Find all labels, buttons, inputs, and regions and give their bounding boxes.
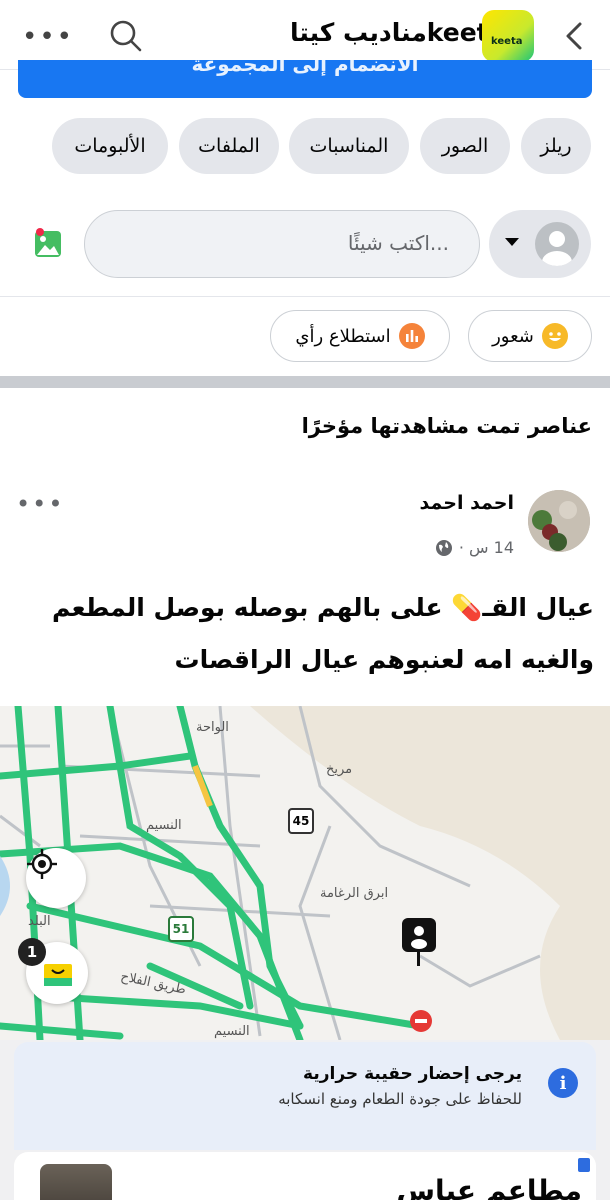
map-label: الواحة [196, 720, 229, 735]
post-author-avatar[interactable] [528, 490, 590, 552]
notice-subtitle: للحفاظ على جودة الطعام ومنع انسكابه [278, 1090, 522, 1108]
tab-reels[interactable]: ريلز [521, 118, 591, 174]
route-shield: 45 [288, 808, 314, 834]
divider [0, 296, 610, 297]
map-label: النسيم [214, 1024, 250, 1039]
post-composer: اكتب شيئًا... [0, 210, 610, 280]
poll-button[interactable]: استطلاع رأي [270, 310, 450, 362]
map-label: ابرق الرغامة [320, 886, 389, 901]
bag-count-badge: 1 [18, 938, 46, 966]
globe-icon [435, 539, 452, 556]
recent-items-heading: عناصر تمت مشاهدتها مؤخرًا [301, 414, 592, 438]
tab-albums[interactable]: الألبومات [52, 118, 168, 174]
pin-stem [417, 952, 420, 966]
feeling-label: شعور [492, 325, 534, 347]
photo-icon[interactable] [34, 228, 62, 260]
map-screenshot: الواحة مريخ النسيم ابرق الرغامة البلد طر… [0, 706, 610, 1040]
post-more-icon[interactable]: ••• [16, 490, 64, 518]
map-roads [0, 706, 610, 1040]
poll-label: استطلاع رأي [295, 325, 391, 347]
caret-down-icon [505, 238, 519, 246]
map-label: النسيم [146, 818, 182, 833]
tab-events[interactable]: المناسبات [289, 118, 409, 174]
order-sheet: i يرجى إحضار حقيبة حرارية للحفاظ على جود… [0, 1040, 610, 1200]
destination-pin-icon [402, 918, 436, 952]
restaurant-name: مطاعم عباس [396, 1174, 582, 1200]
tab-photos[interactable]: الصور [420, 118, 510, 174]
composer-input[interactable]: اكتب شيئًا... [84, 210, 480, 278]
post-author-name[interactable]: احمد احمد [420, 492, 514, 514]
tab-files[interactable]: الملفات [179, 118, 279, 174]
logo-text: keeta [491, 36, 523, 47]
avatar [535, 222, 579, 266]
no-entry-icon [410, 1010, 432, 1032]
flag-icon [578, 1158, 590, 1172]
post-text-line: والغيه امه لعنبوهم عيال الراقصات [174, 645, 594, 674]
group-title: مناديب كيتاkeeta [290, 18, 506, 47]
search-icon[interactable] [108, 18, 144, 54]
post-time: 14 س · [458, 538, 514, 557]
thermal-bag-notice: i يرجى إحضار حقيبة حرارية للحفاظ على جود… [14, 1042, 596, 1150]
chevron-left-icon[interactable] [562, 18, 586, 54]
post-meta: 14 س · [435, 538, 514, 557]
smiley-icon [541, 323, 568, 349]
more-horizontal-icon[interactable]: ••• [22, 22, 74, 52]
restaurant-card[interactable]: مطاعم عباس [14, 1152, 596, 1200]
post-text: عيال القـ💊 على بالهم بوصله بوصل المطعم و… [14, 582, 594, 686]
post-text-line: عيال القـ💊 على بالهم بوصله بوصل المطعم [52, 593, 594, 622]
notice-title: يرجى إحضار حقيبة حرارية [303, 1064, 522, 1084]
section-divider [0, 376, 610, 388]
map-label: مريخ [326, 762, 353, 777]
poll-icon [398, 323, 425, 349]
profile-selector[interactable] [489, 210, 591, 278]
join-group-button[interactable]: الانضمام إلى المجموعة [18, 60, 592, 98]
route-shield: 51 [168, 916, 194, 942]
group-tabs: ريلز الصور المناسبات الملفات الألبومات [0, 118, 610, 174]
info-icon: i [548, 1068, 578, 1098]
group-logo[interactable]: keeta [482, 10, 534, 62]
feeling-button[interactable]: شعور [468, 310, 592, 362]
composer-actions: شعور استطلاع رأي [0, 310, 610, 362]
map-label: البلد [28, 914, 51, 929]
locate-me-icon[interactable] [26, 848, 86, 908]
restaurant-thumbnail [40, 1164, 112, 1200]
